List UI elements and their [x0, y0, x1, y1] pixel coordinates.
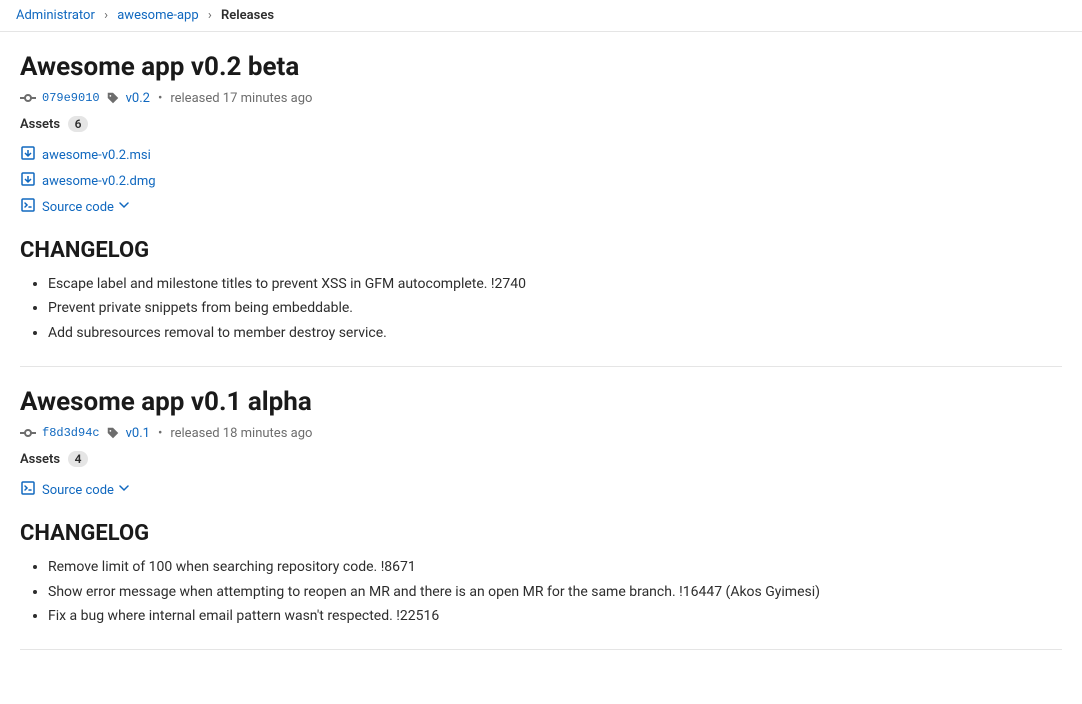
- list-item: Show error message when attempting to re…: [48, 581, 1062, 603]
- release-title-2: Awesome app v0.1 alpha: [20, 387, 1062, 417]
- assets-section-2: Assets 4: [20, 451, 1062, 467]
- asset-msi-link[interactable]: awesome-v0.2.msi: [42, 148, 151, 163]
- release-meta-2: f8d3d94c v0.1 • released 18 minutes ago: [20, 425, 1062, 441]
- changelog-list-2: Remove limit of 100 when searching repos…: [20, 556, 1062, 627]
- list-item: Add subresources removal to member destr…: [48, 322, 1062, 344]
- breadcrumb-current: Releases: [221, 8, 274, 23]
- tag-icon-2: [106, 426, 120, 440]
- release-meta-1: 079e9010 v0.2 • released 17 minutes ago: [20, 90, 1062, 106]
- list-item: Prevent private snippets from being embe…: [48, 297, 1062, 319]
- source-code-icon-1: [20, 197, 36, 217]
- source-code-row-1: Source code: [20, 194, 1062, 220]
- tag-icon-1: [106, 91, 120, 105]
- releases-container: Awesome app v0.2 beta 079e9010 v0.2 • re…: [0, 32, 1082, 650]
- asset-file-1: awesome-v0.2.msi: [20, 142, 1062, 168]
- breadcrumb-separator-1: ›: [104, 8, 108, 23]
- chevron-down-icon-2: [118, 482, 130, 498]
- tag-name-1[interactable]: v0.2: [126, 91, 150, 106]
- source-code-link-1[interactable]: Source code: [42, 199, 130, 215]
- release-block-2: Awesome app v0.1 alpha f8d3d94c v0.1 • r…: [20, 387, 1062, 650]
- source-code-row-2: Source code: [20, 477, 1062, 503]
- list-item: Remove limit of 100 when searching repos…: [48, 556, 1062, 578]
- release-block-1: Awesome app v0.2 beta 079e9010 v0.2 • re…: [20, 52, 1062, 367]
- released-text-1: released 17 minutes ago: [170, 91, 312, 106]
- release-title-1: Awesome app v0.2 beta: [20, 52, 1062, 82]
- commit-icon-2: [20, 425, 36, 441]
- source-code-icon-2: [20, 480, 36, 500]
- assets-label-1: Assets: [20, 117, 60, 132]
- list-item: Escape label and milestone titles to pre…: [48, 273, 1062, 295]
- assets-label-2: Assets: [20, 452, 60, 467]
- breadcrumb-admin-link[interactable]: Administrator: [16, 8, 95, 23]
- file-download-icon-2: [20, 171, 36, 191]
- changelog-heading-2: CHANGELOG: [20, 521, 1062, 546]
- list-item: Fix a bug where internal email pattern w…: [48, 605, 1062, 627]
- assets-section-1: Assets 6: [20, 116, 1062, 132]
- breadcrumb-separator-2: ›: [208, 8, 212, 23]
- assets-count-2: 4: [68, 451, 89, 467]
- commit-hash-1[interactable]: 079e9010: [42, 91, 100, 105]
- source-code-link-2[interactable]: Source code: [42, 482, 130, 498]
- commit-icon-1: [20, 90, 36, 106]
- chevron-down-icon-1: [118, 199, 130, 215]
- asset-file-2: awesome-v0.2.dmg: [20, 168, 1062, 194]
- breadcrumb-repo-link[interactable]: awesome-app: [117, 8, 198, 23]
- file-download-icon-1: [20, 145, 36, 165]
- assets-count-1: 6: [68, 116, 89, 132]
- commit-hash-2[interactable]: f8d3d94c: [42, 426, 100, 440]
- changelog-heading-1: CHANGELOG: [20, 238, 1062, 263]
- asset-dmg-link[interactable]: awesome-v0.2.dmg: [42, 174, 156, 189]
- tag-name-2[interactable]: v0.1: [126, 426, 150, 441]
- released-text-2: released 18 minutes ago: [170, 426, 312, 441]
- changelog-list-1: Escape label and milestone titles to pre…: [20, 273, 1062, 344]
- breadcrumb: Administrator › awesome-app › Releases: [0, 0, 1082, 32]
